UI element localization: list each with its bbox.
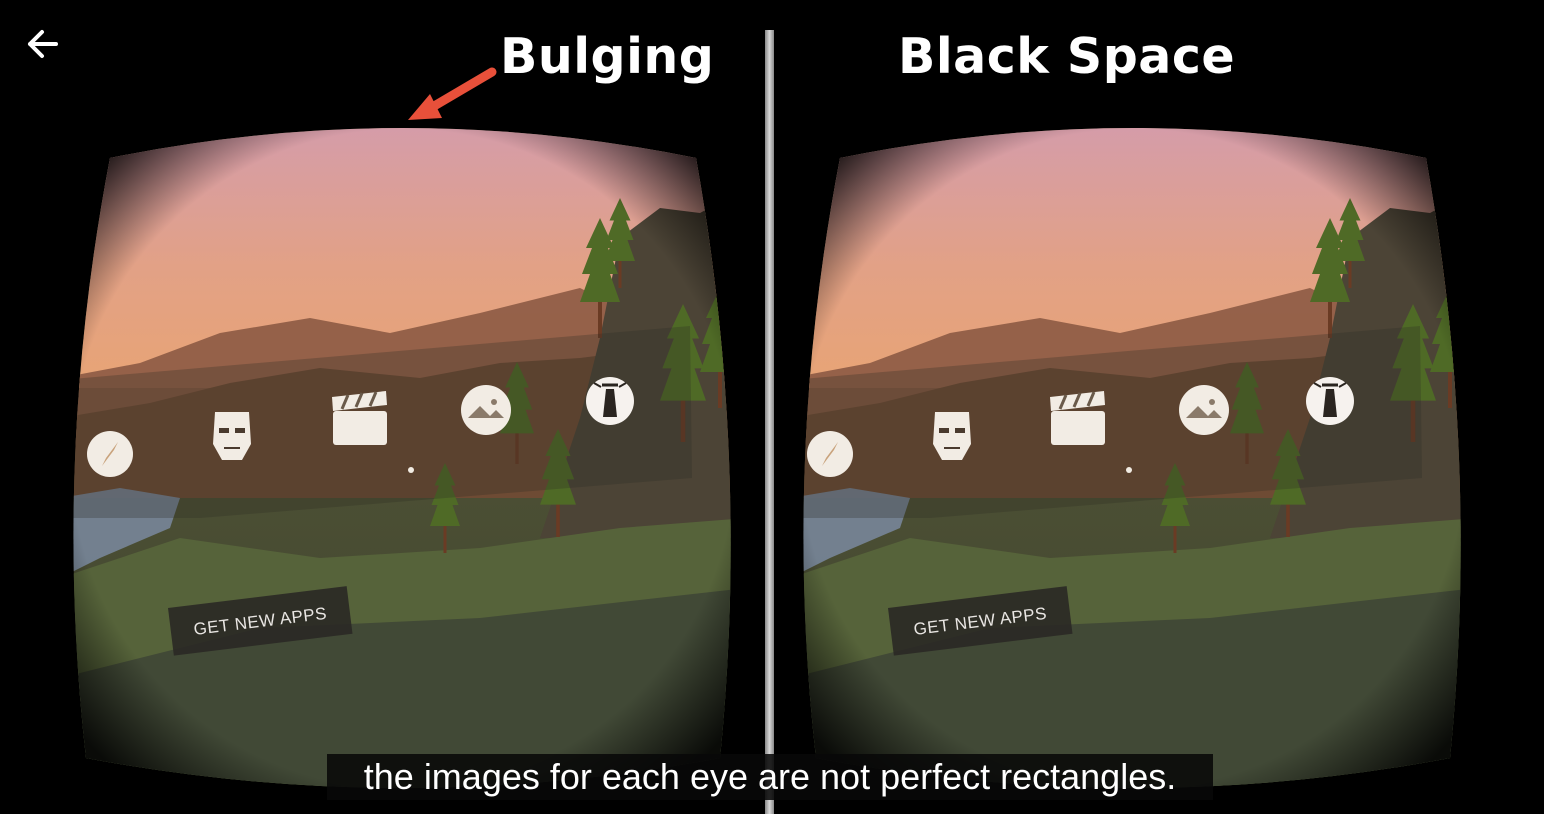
lens-divider	[765, 30, 774, 814]
back-button[interactable]	[20, 22, 64, 66]
clapperboard-icon[interactable]	[1050, 391, 1105, 445]
panorama-icon[interactable]	[461, 385, 511, 435]
bulging-annotation: Bulging	[500, 28, 715, 85]
back-arrow-icon	[28, 30, 58, 58]
face-mask-icon[interactable]	[933, 412, 971, 460]
left-eye-view: GET NEW APPS	[60, 118, 746, 800]
compass-icon[interactable]	[807, 431, 853, 477]
black-space-annotation: Black Space	[898, 28, 1236, 85]
lighthouse-icon[interactable]	[586, 377, 634, 425]
clapperboard-icon[interactable]	[332, 391, 387, 445]
compass-icon[interactable]	[87, 431, 133, 477]
right-eye-view: GET NEW APPS	[790, 118, 1476, 800]
face-mask-icon[interactable]	[213, 412, 251, 460]
video-caption: the images for each eye are not perfect …	[327, 754, 1213, 800]
lighthouse-icon[interactable]	[1306, 377, 1354, 425]
panorama-icon[interactable]	[1179, 385, 1229, 435]
